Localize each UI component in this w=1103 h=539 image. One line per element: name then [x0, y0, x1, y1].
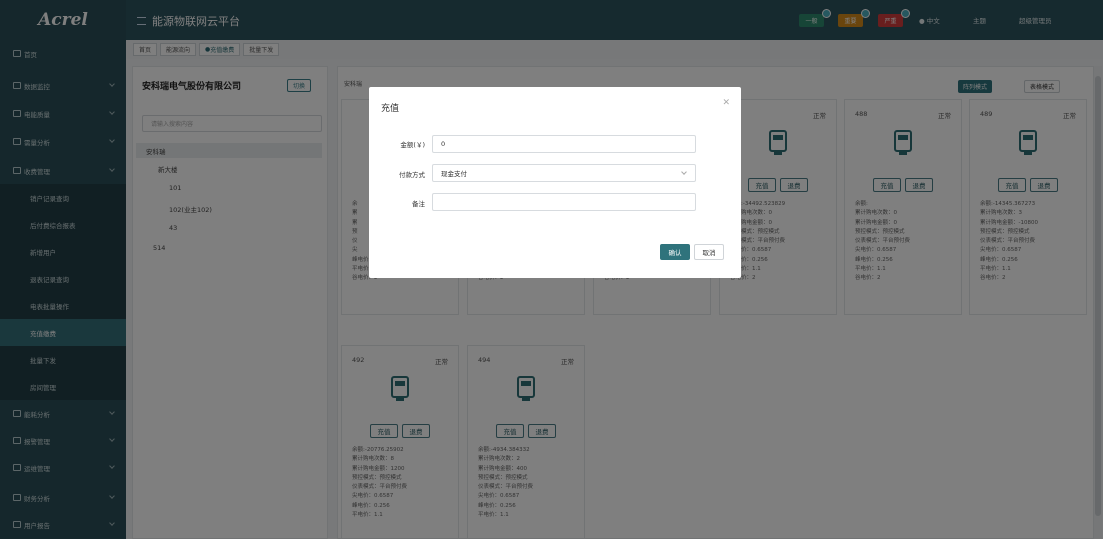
- cancel-button[interactable]: 取消: [694, 244, 724, 260]
- amount-label: 金额(￥): [400, 141, 425, 149]
- payment-method-label: 付款方式: [399, 171, 425, 179]
- note-input[interactable]: [432, 193, 696, 211]
- close-icon[interactable]: ✕: [722, 98, 730, 108]
- note-label: 备注: [412, 200, 425, 208]
- confirm-button[interactable]: 确认: [660, 244, 690, 260]
- recharge-dialog: 充值 ✕ 金额(￥) 0 付款方式 现金支付 备注 确认 取消: [369, 87, 741, 278]
- chevron-down-icon: [681, 169, 687, 175]
- amount-input[interactable]: 0: [432, 135, 696, 153]
- amount-value: 0: [441, 140, 446, 148]
- payment-method-select[interactable]: 现金支付: [432, 164, 696, 182]
- payment-method-value: 现金支付: [441, 170, 467, 178]
- dialog-title: 充值: [381, 104, 400, 114]
